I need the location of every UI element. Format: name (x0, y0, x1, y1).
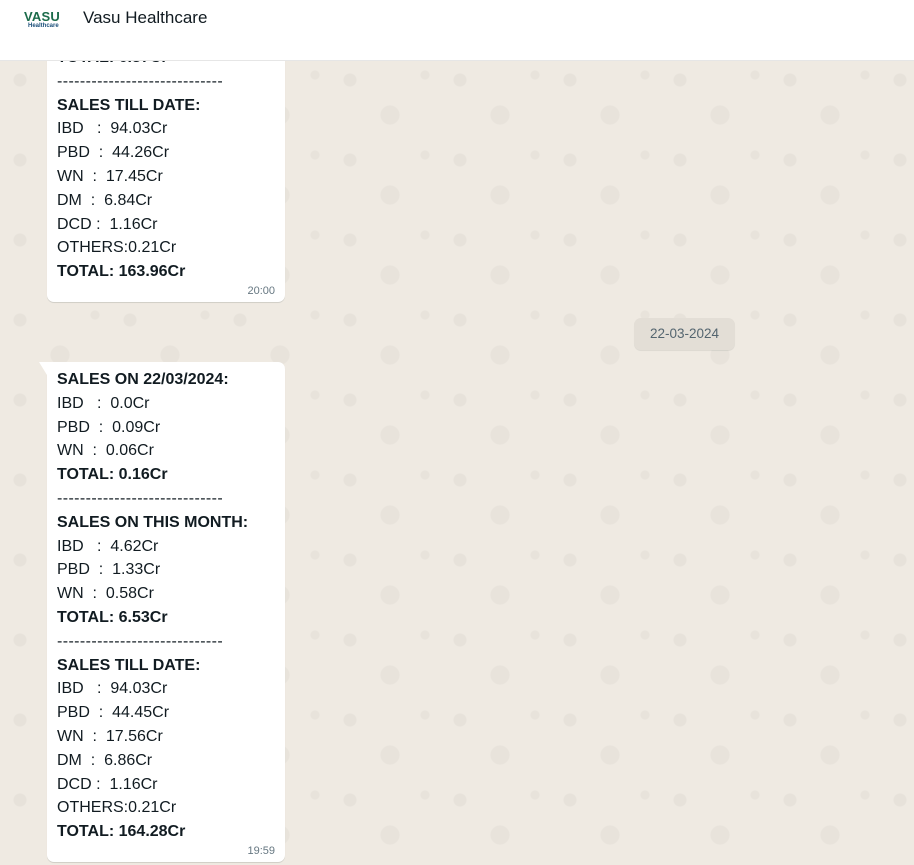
message-line: OTHERS:0.21Cr (57, 239, 177, 257)
message-line: DM : 6.84Cr (57, 191, 153, 209)
message-line: WN : 0.58Cr (57, 585, 154, 603)
message-line: DCD : 1.16Cr (57, 215, 158, 233)
message-line: SALES ON 22/03/2024: (57, 371, 229, 388)
separator-line: ----------------------------- (57, 632, 224, 650)
message-line: DCD : 1.16Cr (57, 775, 158, 793)
message-line: SALES TILL DATE: (57, 96, 201, 114)
message-line: TOTAL: 0.16Cr (57, 466, 168, 484)
message-line: SALES TILL DATE: (57, 656, 201, 674)
separator-line: ----------------------------- (57, 489, 224, 507)
message-line: TOTAL: 164.28Cr (57, 823, 186, 841)
message-line: PBD : 1.33Cr (57, 561, 161, 579)
message-line: IBD : 0.0Cr (57, 394, 150, 412)
message-time: 20:00 (247, 284, 275, 297)
message-line: IBD : 4.62Cr (57, 537, 159, 555)
message-line: IBD : 94.03Cr (57, 120, 168, 138)
message-line: DM : 6.86Cr (57, 751, 153, 769)
message-line: PBD : 44.26Cr (57, 144, 170, 162)
separator-line: ----------------------------- (57, 72, 224, 90)
logo-text: VASU (24, 9, 60, 24)
message-bubble[interactable]: TOTAL: 6.37Cr---------------------------… (47, 40, 285, 302)
message-line: IBD : 94.03Cr (57, 680, 168, 698)
message-line: WN : 17.56Cr (57, 727, 163, 745)
message-line: SALES ON THIS MONTH: (57, 513, 249, 531)
message-line: TOTAL: 6.53Cr (57, 608, 168, 626)
chat-header: VASU Healthcare Vasu Healthcare (0, 0, 914, 61)
message-line: PBD : 0.09Cr (57, 418, 161, 436)
bubble-tail (39, 362, 47, 375)
message-line: PBD : 44.45Cr (57, 704, 170, 722)
date-separator: 22-03-2024 (634, 318, 735, 350)
company-logo[interactable]: VASU Healthcare (24, 10, 64, 30)
message-bubble[interactable]: SALES ON 22/03/2024: IBD : 0.0Cr PBD : 0.0… (39, 362, 285, 862)
message-line: WN : 0.06Cr (57, 442, 154, 460)
message-line: WN : 17.45Cr (57, 167, 163, 185)
message-line: OTHERS:0.21Cr (57, 799, 177, 817)
message-text: TOTAL: 6.37Cr---------------------------… (57, 46, 275, 284)
logo-subtext: Healthcare (28, 23, 59, 29)
chat-title[interactable]: Vasu Healthcare (83, 8, 207, 28)
message-text: SALES ON 22/03/2024: IBD : 0.0Cr PBD : 0.0… (57, 368, 275, 844)
message-time: 19:59 (247, 844, 275, 857)
message-line: TOTAL: 163.96Cr (57, 263, 186, 281)
